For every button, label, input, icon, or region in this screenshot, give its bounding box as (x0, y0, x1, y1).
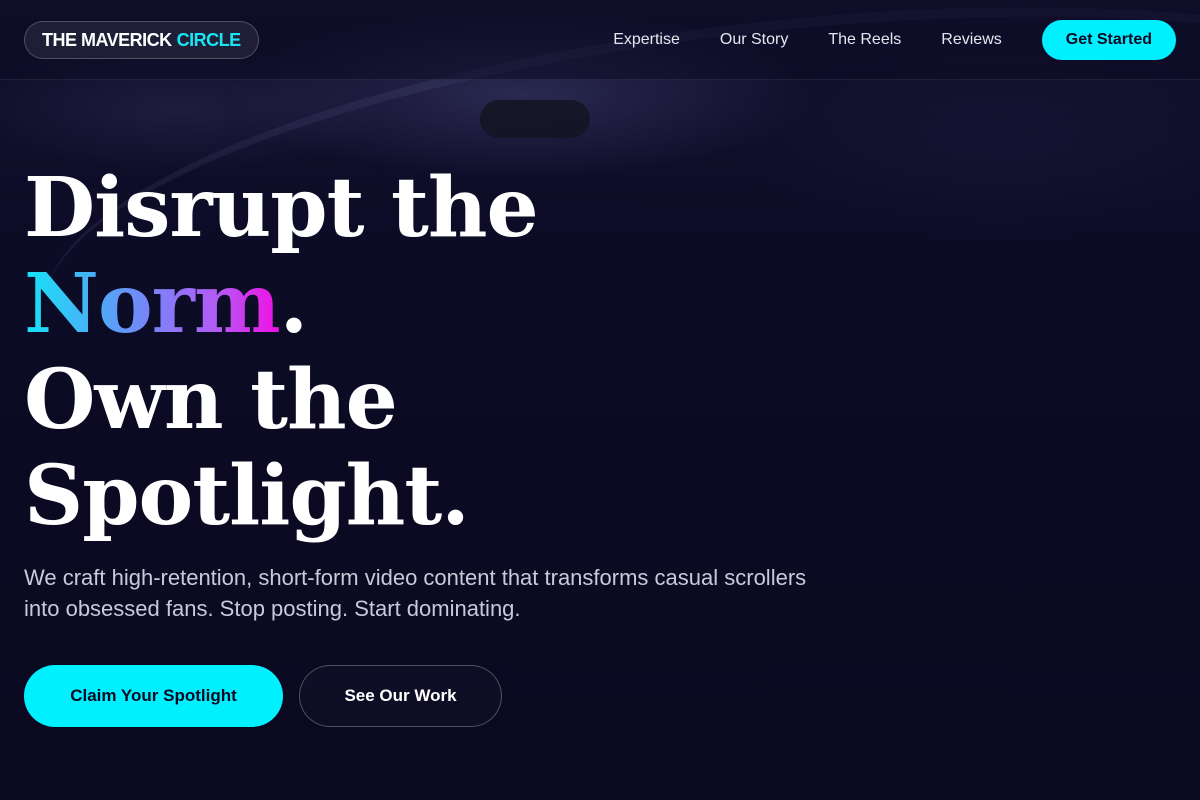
nav-link-expertise[interactable]: Expertise (613, 31, 680, 49)
see-our-work-button[interactable]: See Our Work (299, 665, 502, 727)
headline-line-1: Disrupt the (24, 160, 539, 256)
headline-line-2: Norm. (24, 256, 538, 352)
headline-period: . (279, 256, 309, 352)
headline-line-3: Own the (24, 352, 398, 448)
nav-link-reviews[interactable]: Reviews (941, 31, 1001, 49)
get-started-button[interactable]: Get Started (1041, 20, 1176, 60)
nav-link-the-reels[interactable]: The Reels (828, 31, 901, 49)
headline-gradient-word: Norm (24, 256, 281, 352)
claim-spotlight-button[interactable]: Claim Your Spotlight (24, 665, 283, 727)
site-header: THE MAVERICK CIRCLE Expertise Our Story … (0, 0, 1200, 80)
headline-line-4: Spotlight. (24, 448, 470, 544)
main-nav: Expertise Our Story The Reels Reviews Ge… (613, 0, 1176, 80)
logo-main-text: THE MAVERICK (42, 29, 172, 50)
background-microphone-shape (480, 100, 590, 138)
brand-logo[interactable]: THE MAVERICK CIRCLE (24, 21, 259, 59)
logo-accent-text: CIRCLE (176, 29, 242, 50)
hero-subtitle: We craft high-retention, short-form vide… (24, 565, 807, 621)
nav-link-our-story[interactable]: Our Story (720, 31, 788, 49)
hero-headline: Disrupt the Norm. Own the Spotlight. (24, 160, 539, 544)
